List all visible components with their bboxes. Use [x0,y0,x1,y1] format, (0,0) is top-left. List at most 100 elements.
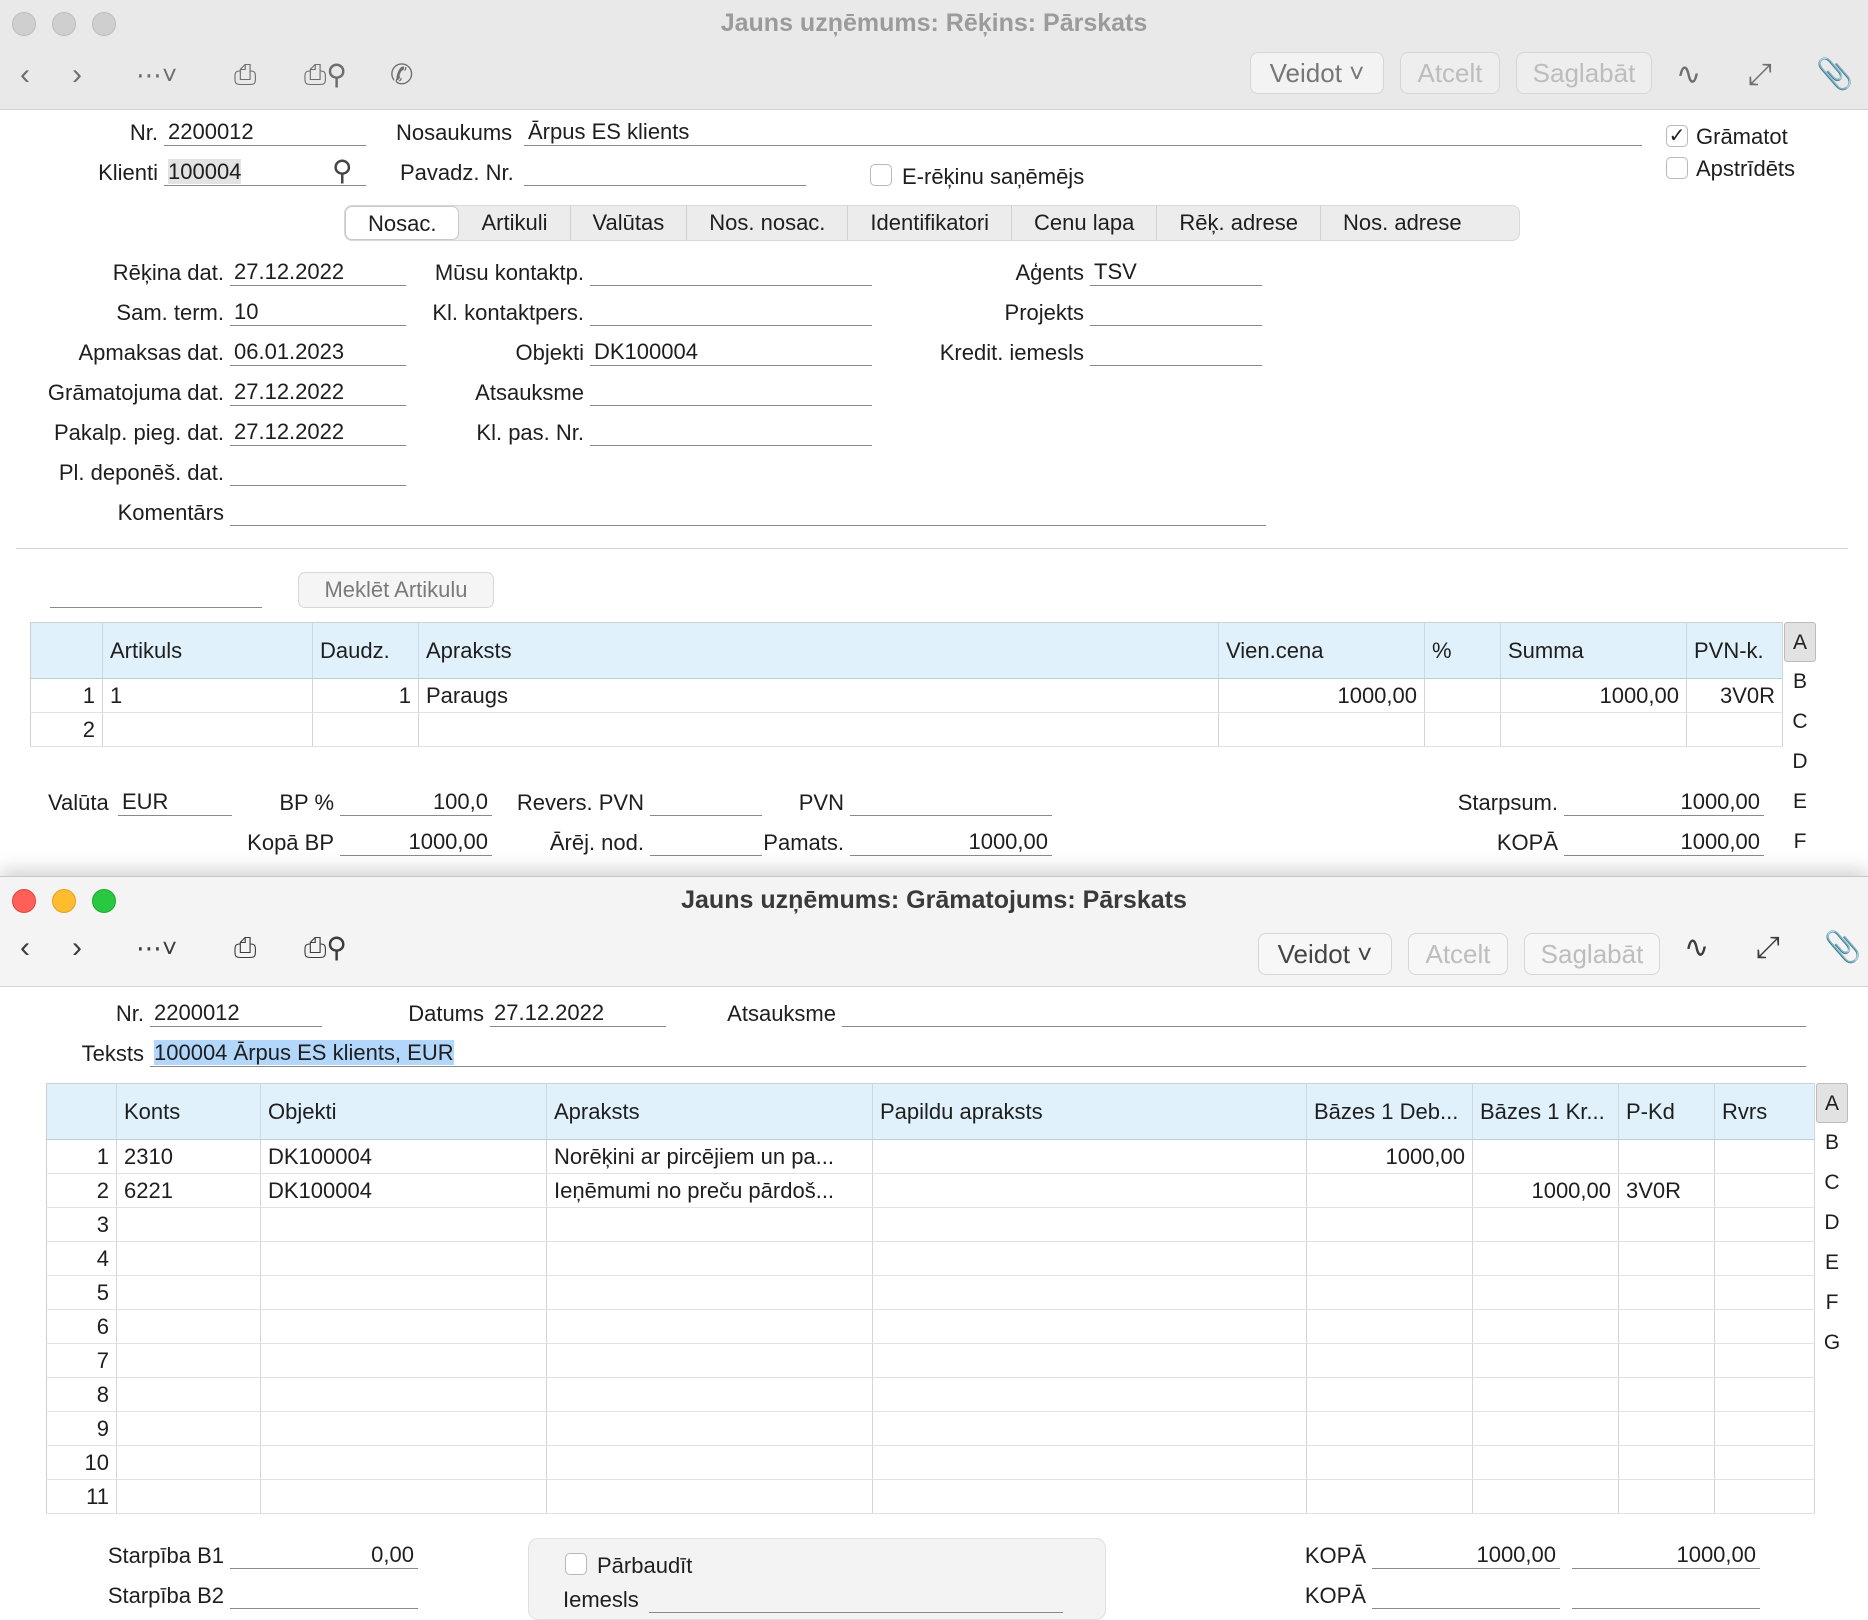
cell[interactable] [102,712,313,747]
cell[interactable] [1306,1207,1473,1242]
view-b[interactable]: B [1816,1123,1848,1163]
order-field[interactable] [590,418,872,446]
back-icon[interactable]: ‹ [20,933,30,963]
cell[interactable] [1714,1479,1815,1514]
cell[interactable] [1500,712,1687,747]
cell[interactable] [1472,1139,1619,1174]
cell[interactable] [872,1207,1307,1242]
cell[interactable] [1618,1411,1715,1446]
bp-field[interactable]: 100,0 [340,788,492,816]
col-base1-debit[interactable]: Bāzes 1 Deb... [1306,1083,1473,1140]
cell[interactable] [260,1411,547,1446]
cell[interactable] [1618,1309,1715,1344]
col-account[interactable]: Konts [116,1083,261,1140]
total1-debit-field[interactable]: 1000,00 [1372,1541,1560,1569]
cell[interactable] [1714,1173,1815,1208]
total-field[interactable]: 1000,00 [1564,828,1764,856]
cell[interactable] [116,1377,261,1412]
activity-icon[interactable]: ∿ [1684,933,1709,963]
cell[interactable] [260,1343,547,1378]
cell[interactable]: 1000,00 [1306,1139,1473,1174]
fullscreen-icon[interactable]: ⤢ [1756,933,1780,963]
currency-field[interactable]: EUR [118,788,232,816]
base-field[interactable]: 1000,00 [850,828,1052,856]
cell[interactable] [872,1343,1307,1378]
reason-field[interactable] [649,1585,1063,1613]
total1-credit-field[interactable]: 1000,00 [1572,1541,1760,1569]
table-row[interactable]: 10 [46,1445,1815,1480]
table-row[interactable]: 8 [46,1377,1815,1412]
cell[interactable] [1714,1275,1815,1310]
col-object[interactable]: Objekti [260,1083,547,1140]
view-a[interactable]: A [1784,622,1816,662]
diff-b2-field[interactable] [230,1581,418,1609]
check-checkbox[interactable] [565,1553,587,1575]
cell[interactable]: 2310 [116,1139,261,1174]
cell[interactable] [872,1377,1307,1412]
cell[interactable] [546,1445,873,1480]
cell[interactable] [1472,1445,1619,1480]
col-vat-code[interactable]: PVN-k. [1686,622,1783,679]
cell[interactable] [872,1139,1307,1174]
objects-field[interactable]: DK100004 [590,338,872,366]
cell[interactable] [1472,1377,1619,1412]
col-qty[interactable]: Daudz. [312,622,419,679]
book-checkbox[interactable]: ✓ [1666,125,1688,147]
forward-icon[interactable]: › [72,933,82,963]
text-field[interactable]: 100004 Ārpus ES klients, EUR [150,1039,1806,1067]
cell[interactable]: 1 [312,678,419,713]
tab-valutas[interactable]: Valūtas [571,206,688,240]
cell[interactable] [116,1207,261,1242]
tab-identifikatori[interactable]: Identifikatori [848,206,1013,240]
cell[interactable] [312,712,419,747]
tab-cenu-lapa[interactable]: Cenu lapa [1012,206,1158,240]
view-a[interactable]: A [1816,1083,1848,1123]
cell[interactable] [546,1377,873,1412]
cell[interactable] [1714,1139,1815,1174]
cell[interactable] [116,1479,261,1514]
date-field[interactable]: 27.12.2022 [490,999,666,1027]
fullscreen-icon[interactable]: ⤢ [1748,60,1772,90]
tab-nos-adrese[interactable]: Nos. adrese [1321,206,1484,240]
magnifier-icon[interactable]: ⚲ [332,154,353,187]
cell[interactable]: 1000,00 [1500,678,1687,713]
table-row[interactable]: 4 [46,1241,1815,1276]
col-sum[interactable]: Summa [1500,622,1687,679]
cell[interactable] [1714,1309,1815,1344]
table-row[interactable]: 5 [46,1275,1815,1310]
cell[interactable] [1424,712,1501,747]
col-vat-code[interactable]: P-Kd [1618,1083,1715,1140]
deposit-date-field[interactable] [230,458,406,486]
create-button[interactable]: Veidot ˅ [1258,933,1392,975]
view-c[interactable]: C [1816,1163,1848,1203]
cell[interactable] [1618,1139,1715,1174]
cell[interactable] [1306,1377,1473,1412]
cell[interactable] [1472,1411,1619,1446]
cell[interactable] [260,1275,547,1310]
view-c[interactable]: C [1784,702,1816,742]
tab-nosac[interactable]: Nosac. [345,206,460,240]
cell[interactable] [1618,1207,1715,1242]
total-bp-field[interactable]: 1000,00 [340,828,492,856]
tab-artikuli[interactable]: Artikuli [459,206,571,240]
tab-nos-nosac[interactable]: Nos. nosac. [687,206,849,240]
cancel-button[interactable]: Atcelt [1408,933,1508,975]
print-icon[interactable]: ⎙ [234,933,256,963]
cell[interactable] [1618,1445,1715,1480]
cell[interactable] [546,1411,873,1446]
more-actions-icon[interactable]: ⋯˅ [136,60,177,90]
cell[interactable] [872,1411,1307,1446]
print-icon[interactable]: ⎙ [234,60,256,90]
diff-b1-field[interactable]: 0,00 [230,1541,418,1569]
cell[interactable] [1306,1275,1473,1310]
cell[interactable] [1686,712,1783,747]
cell[interactable] [546,1241,873,1276]
cell[interactable] [546,1479,873,1514]
col-description[interactable]: Apraksts [546,1083,873,1140]
cell[interactable] [1618,1343,1715,1378]
table-row[interactable]: 7 [46,1343,1815,1378]
cell[interactable] [116,1309,261,1344]
reference-field[interactable] [842,999,1806,1027]
nr-field[interactable]: 2200012 [150,999,322,1027]
cell[interactable]: DK100004 [260,1173,547,1208]
